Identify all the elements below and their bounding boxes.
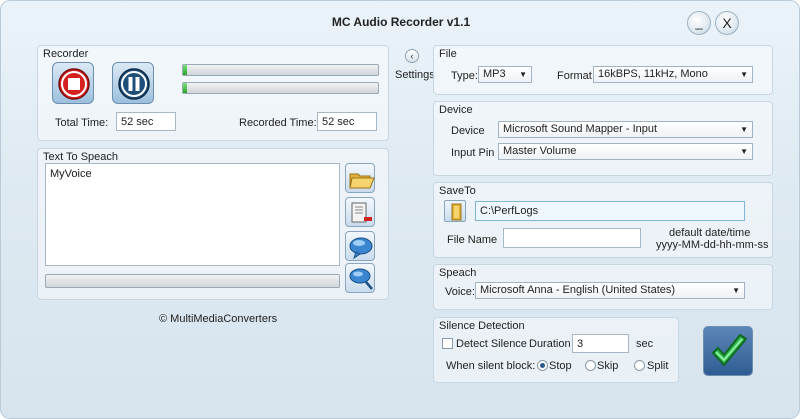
folder-open-icon [349,173,375,189]
folder-icon [451,203,462,221]
stop-icon [58,68,90,100]
radio-stop[interactable] [537,360,548,371]
chevron-down-icon: ▼ [732,286,740,295]
when-silent-label: When silent block: [446,360,536,372]
radio-split-label[interactable]: Split [647,360,668,372]
checkmark-icon [712,334,747,366]
input-pin-value: Master Volume [503,145,577,157]
level-meter-left [182,64,379,76]
chevron-down-icon: ▼ [519,70,527,79]
duration-unit: sec [636,338,654,350]
type-select[interactable]: MP3 ▼ [478,66,532,83]
close-button[interactable]: X [715,11,739,35]
tts-text-area[interactable]: MyVoice [45,163,340,266]
device-title: Device [439,104,473,116]
tts-progress-bar [45,274,340,288]
chevron-down-icon: ▼ [740,125,748,134]
recorder-title: Recorder [43,48,89,60]
detect-silence-checkbox[interactable] [442,338,453,349]
duration-label: Duration [529,338,571,350]
file-name-input[interactable] [503,228,641,248]
recorded-time-value: 52 sec [317,112,377,131]
settings-collapse-button[interactable]: ‹ [405,49,419,63]
default-hint-line1: default date/time [669,227,751,239]
tts-title: Text To Speach [43,151,119,163]
input-pin-label: Input Pin [451,147,495,159]
total-time-value: 52 sec [116,112,176,131]
window-title: MC Audio Recorder v1.1 [331,15,471,29]
open-text-button[interactable] [345,163,375,193]
app-window: MC Audio Recorder v1.1 _ X Recorder Tota… [0,0,800,419]
radio-skip[interactable] [585,360,596,371]
device-panel: Device [433,101,773,176]
pause-button[interactable] [112,62,154,104]
ok-button[interactable] [703,326,753,376]
silence-panel: Silence Detection [433,317,679,383]
device-value: Microsoft Sound Mapper - Input [503,123,658,135]
radio-stop-label[interactable]: Stop [549,360,572,372]
type-label: Type: [451,70,478,82]
save-text-button[interactable] [345,197,375,227]
format-value: 16kBPS, 11kHz, Mono [598,68,708,80]
detect-silence-label[interactable]: Detect Silence [456,338,527,350]
recorded-time-label: Recorded Time: [239,117,317,129]
silence-title: Silence Detection [439,320,525,332]
radio-skip-label[interactable]: Skip [597,360,618,372]
book-save-icon [351,202,372,223]
speech-search-icon [349,268,373,290]
file-name-label: File Name [447,234,498,246]
voice-value: Microsoft Anna - English (United States) [480,284,676,296]
copyright-text: © MultiMediaConverters [159,313,278,325]
voice-select[interactable]: Microsoft Anna - English (United States)… [475,282,745,299]
format-select[interactable]: 16kBPS, 11kHz, Mono ▼ [593,66,753,83]
input-pin-select[interactable]: Master Volume ▼ [498,143,753,160]
type-value: MP3 [483,68,506,80]
stop-record-button[interactable] [52,62,94,104]
settings-label[interactable]: Settings [395,69,435,81]
browse-folder-button[interactable] [444,200,466,222]
speak-search-button[interactable] [345,263,375,293]
duration-input[interactable]: 3 [572,334,629,353]
minimize-button[interactable]: _ [687,11,711,35]
file-title: File [439,48,457,60]
total-time-label: Total Time: [55,117,109,129]
level-fill-left [183,65,187,75]
speach-title: Speach [439,267,477,279]
level-fill-right [183,83,187,93]
radio-split[interactable] [634,360,645,371]
chevron-down-icon: ▼ [740,147,748,156]
voice-label: Voice: [445,286,475,298]
chevron-down-icon: ▼ [740,70,748,79]
device-select[interactable]: Microsoft Sound Mapper - Input ▼ [498,121,753,138]
level-meter-right [182,82,379,94]
saveto-title: SaveTo [439,185,476,197]
pause-icon [118,68,150,100]
speech-bubble-icon [349,237,373,260]
save-path-field[interactable]: C:\PerfLogs [475,201,745,221]
format-label: Format [557,70,592,82]
device-label: Device [451,125,485,137]
title-bar: MC Audio Recorder v1.1 _ X [1,1,799,41]
default-hint-line2: yyyy-MM-dd-hh-mm-ss [656,239,769,251]
speak-button[interactable] [345,231,375,261]
